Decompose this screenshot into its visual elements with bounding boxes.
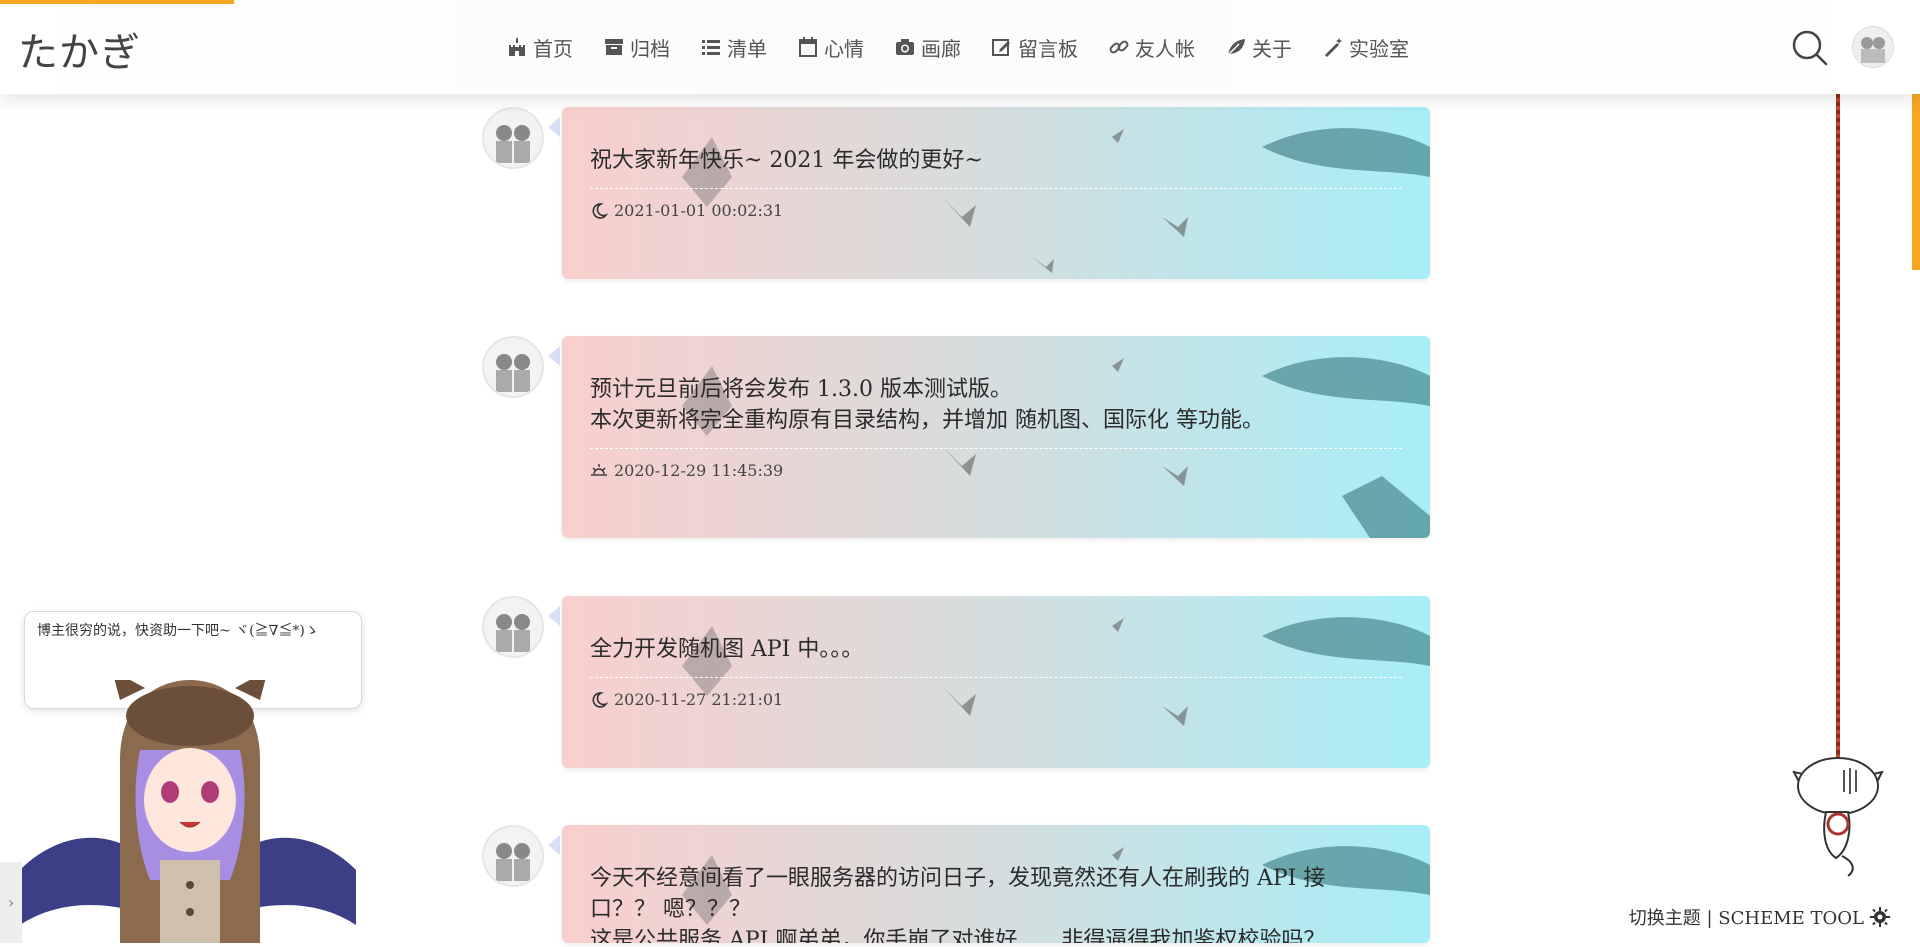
scheme-tool-label: 切换主题 | SCHEME TOOL (1628, 908, 1864, 929)
main-nav: 首页 归档 清单 心情 画廊 留言板 友人帐 关于 实验室 (506, 30, 1439, 64)
leaf-icon (1225, 36, 1247, 58)
author-avatar (482, 825, 544, 887)
post-text: 全力开发随机图 API 中。。。 (590, 637, 864, 662)
shuoshuo-card: 祝大家新年快乐~ 2021 年会做的更好~ 2021-01-01 00:02:3… (562, 107, 1430, 279)
post-text: 今天不经意间看了一眼服务器的访问日子，发现竟然还有人在刷我的 API 接 口？？… (590, 866, 1326, 943)
card-pointer (548, 606, 560, 626)
post-text: 预计元旦前后将会发布 1.3.0 版本测试版。 本次更新将完全重构原有目录结构，… (590, 377, 1264, 433)
edit-icon (991, 36, 1013, 58)
nav-label: 首页 (533, 36, 573, 61)
shuoshuo-card: 预计元旦前后将会发布 1.3.0 版本测试版。 本次更新将完全重构原有目录结构，… (562, 336, 1430, 538)
card-pointer (548, 346, 560, 366)
card-pointer (548, 117, 560, 137)
moon-icon (592, 202, 608, 219)
nav-label: 关于 (1252, 36, 1292, 61)
nav-item-friends[interactable]: 友人帐 (1108, 30, 1195, 64)
calendar-icon (797, 36, 819, 58)
search-icon (1792, 30, 1828, 66)
author-avatar (482, 107, 544, 169)
sunrise-icon (591, 463, 607, 476)
reading-progress-bar (0, 0, 234, 4)
card-pointer (548, 835, 560, 855)
nav-label: 归档 (630, 36, 670, 61)
camera-icon (894, 36, 916, 58)
chevron-right-icon: › (7, 893, 15, 912)
post-meta: 2020-11-27 21:21:01 (590, 690, 1402, 709)
post-time: 2021-01-01 00:02:31 (614, 201, 784, 220)
nav-item-about[interactable]: 关于 (1225, 30, 1292, 64)
hanging-cat-scroll-to-top[interactable] (1792, 750, 1884, 880)
nav-label: 清单 (727, 36, 767, 61)
post-time: 2020-11-27 21:21:01 (614, 690, 784, 709)
nav-label: 友人帐 (1135, 36, 1195, 61)
nav-label: 画廊 (921, 36, 961, 61)
post-meta: 2020-12-29 11:45:39 (590, 461, 1402, 480)
nav-label: 实验室 (1349, 36, 1409, 61)
nav-label: 心情 (824, 36, 864, 61)
site-logo[interactable]: たかぎ (18, 20, 141, 78)
user-avatar[interactable] (1852, 26, 1894, 68)
birds-background (682, 356, 1430, 538)
birds-background (682, 127, 1430, 273)
divider (590, 188, 1402, 189)
post-text: 祝大家新年快乐~ 2021 年会做的更好~ (590, 148, 983, 173)
post-time: 2020-12-29 11:45:39 (614, 461, 784, 480)
birds-background (682, 616, 1430, 726)
nav-item-gallery[interactable]: 画廊 (894, 30, 961, 64)
author-avatar (482, 596, 544, 658)
castle-icon (506, 36, 528, 58)
nav-item-mood[interactable]: 心情 (797, 30, 864, 64)
live2d-mascot[interactable] (20, 670, 356, 943)
archive-icon (603, 36, 625, 58)
nav-item-lab[interactable]: 实验室 (1322, 30, 1409, 64)
nav-item-home[interactable]: 首页 (506, 30, 573, 64)
nav-item-archive[interactable]: 归档 (603, 30, 670, 64)
shuoshuo-card: 全力开发随机图 API 中。。。 2020-11-27 21:21:01 (562, 596, 1430, 768)
search-button[interactable] (1790, 28, 1830, 68)
post-meta: 2021-01-01 00:02:31 (590, 201, 1402, 220)
moon-icon (592, 691, 608, 708)
shuoshuo-card: 今天不经意间看了一眼服务器的访问日子，发现竟然还有人在刷我的 API 接 口？？… (562, 825, 1430, 943)
author-avatar (482, 336, 544, 398)
gear-icon (1870, 907, 1890, 927)
widget-toggle-button[interactable]: › (0, 862, 22, 943)
list-icon (700, 36, 722, 58)
nav-item-guestbook[interactable]: 留言板 (991, 30, 1078, 64)
nav-label: 留言板 (1018, 36, 1078, 61)
top-header: たかぎ 首页 归档 清单 心情 画廊 留言板 友人帐 关于 实验室 (0, 0, 1920, 94)
scrollbar-thumb[interactable] (1912, 94, 1920, 270)
nav-item-list[interactable]: 清单 (700, 30, 767, 64)
link-icon (1108, 36, 1130, 58)
divider (590, 677, 1402, 678)
scheme-tool-button[interactable]: 切换主题 | SCHEME TOOL (1629, 904, 1890, 930)
scroll-rope (1836, 94, 1840, 759)
divider (590, 448, 1402, 449)
magic-wand-icon (1322, 36, 1344, 58)
